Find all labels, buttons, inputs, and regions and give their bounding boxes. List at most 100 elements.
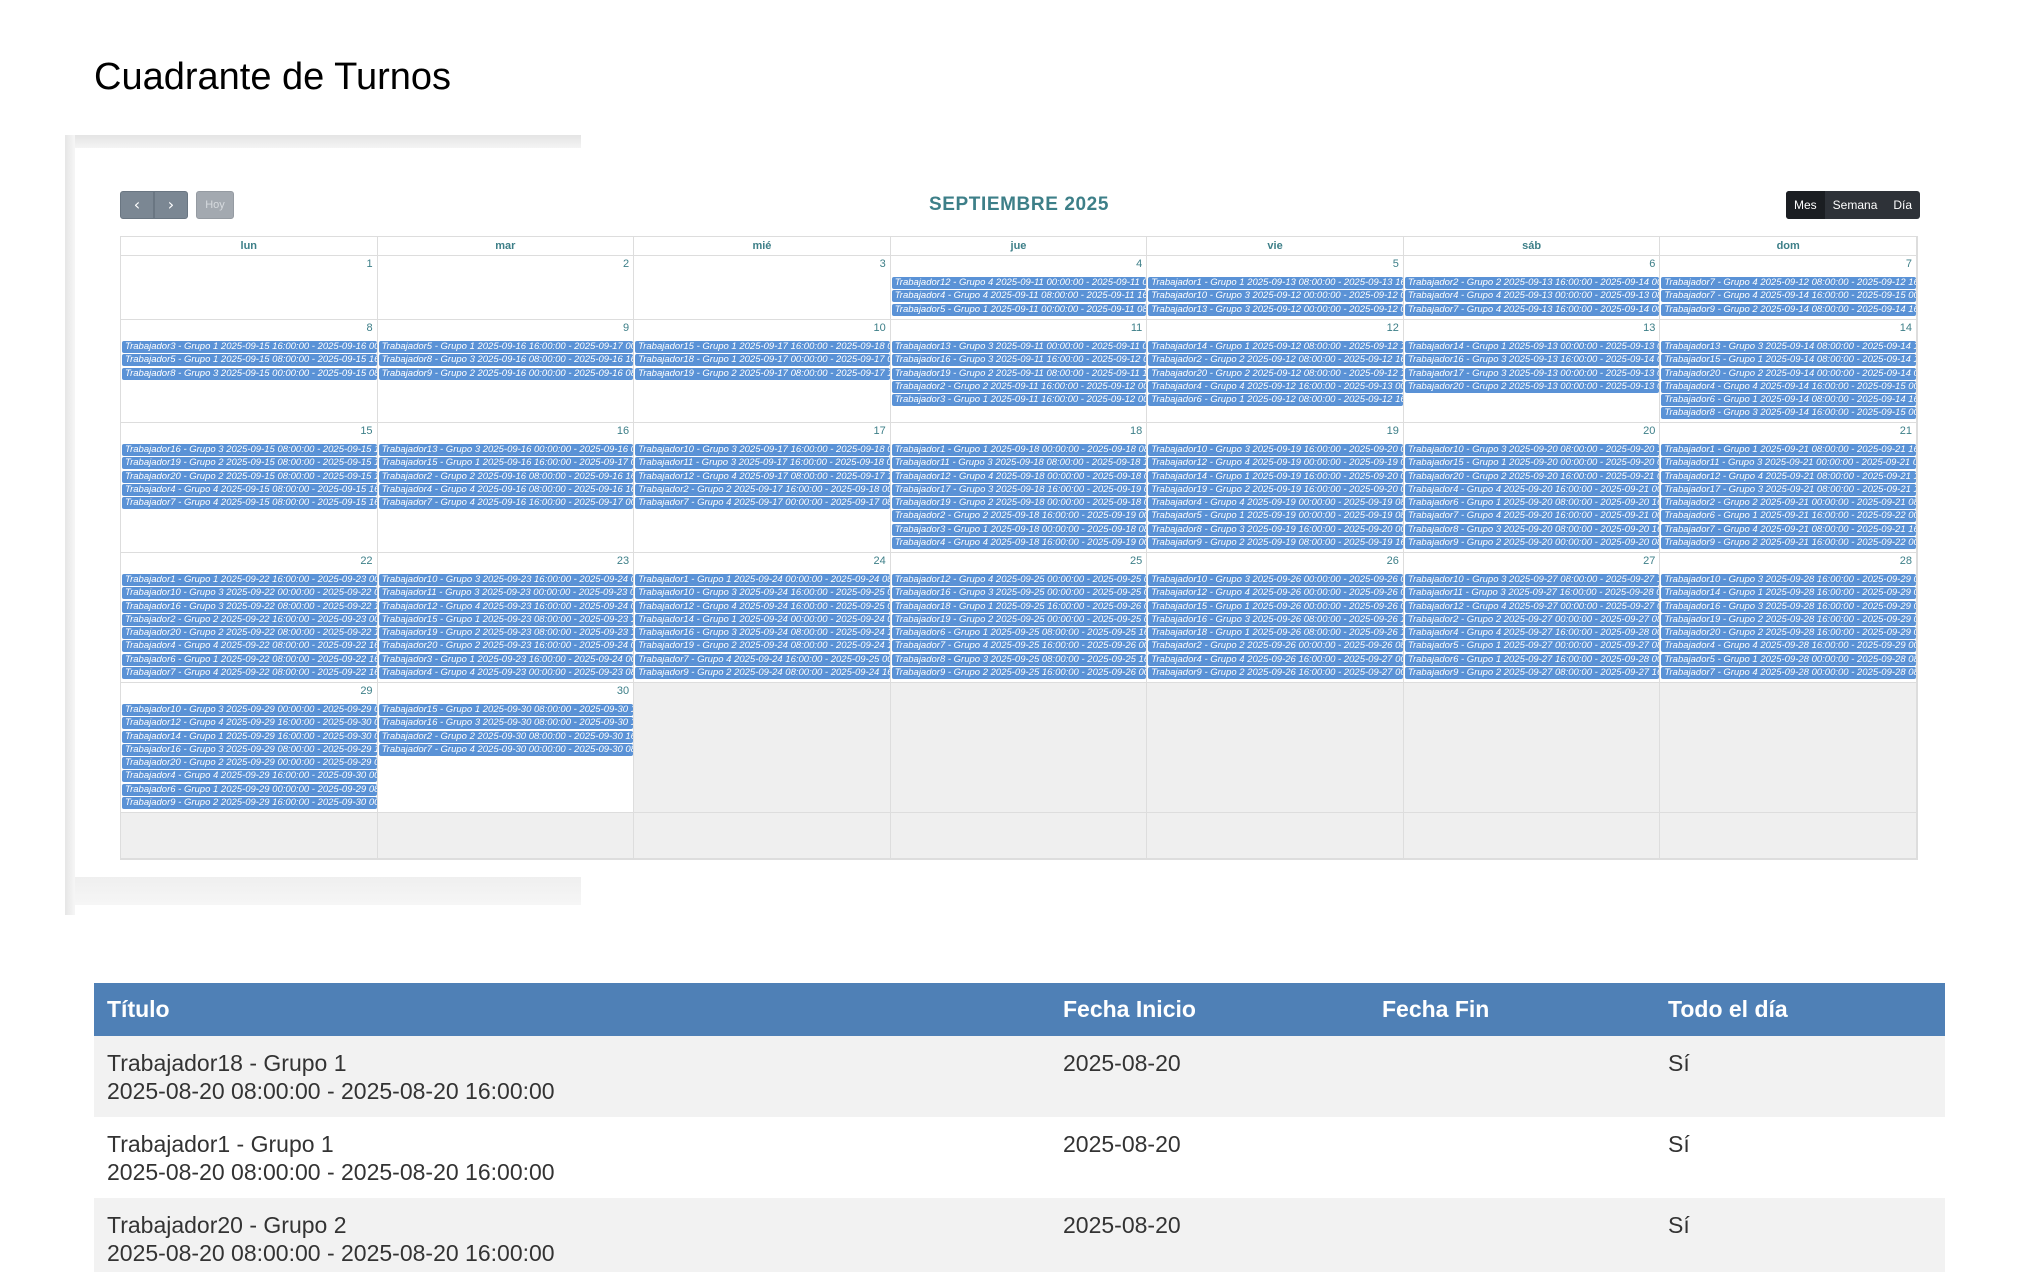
col-header-title[interactable]: Título — [94, 983, 1050, 1036]
day-cell[interactable]: 6 Trabajador2 - Grupo 2 2025-09-13 16:00:… — [1403, 256, 1661, 320]
calendar-event[interactable]: Trabajador3 - Grupo 1 2025-09-11 16:00:0… — [891, 394, 1147, 407]
calendar-event[interactable]: Trabajador14 - Grupo 1 2025-09-19 16:00:… — [1148, 470, 1403, 483]
calendar-event[interactable]: Trabajador20 - Grupo 2 2025-09-23 16:00:… — [378, 640, 634, 653]
day-cell[interactable] — [121, 813, 378, 859]
day-number[interactable]: 1 — [366, 258, 372, 270]
calendar-event[interactable]: Trabajador20 - Grupo 2 2025-09-13 00:00:… — [1404, 380, 1660, 393]
calendar-event[interactable]: Trabajador6 - Grupo 1 2025-09-25 08:00:0… — [891, 627, 1147, 640]
calendar-event[interactable]: Trabajador7 - Grupo 4 2025-09-13 16:00:0… — [1404, 303, 1660, 316]
calendar-event[interactable]: Trabajador20 - Grupo 2 2025-09-22 08:00:… — [122, 627, 377, 640]
day-cell[interactable] — [890, 813, 1148, 859]
day-cell[interactable]: 19 Trabajador10 - Grupo 3 2025-09-19 16:0… — [1147, 423, 1404, 553]
calendar-event[interactable]: Trabajador16 - Grupo 3 2025-09-30 08:00:… — [378, 717, 634, 730]
calendar-event[interactable]: Trabajador4 - Grupo 4 2025-09-22 08:00:0… — [122, 640, 377, 653]
calendar-event[interactable]: Trabajador15 - Grupo 1 2025-09-23 08:00:… — [378, 613, 634, 626]
calendar-event[interactable]: Trabajador4 - Grupo 4 2025-09-20 16:00:0… — [1404, 483, 1660, 496]
calendar-event[interactable]: Trabajador20 - Grupo 2 2025-09-29 00:00:… — [122, 757, 377, 770]
view-month-button[interactable]: Mes — [1786, 191, 1825, 219]
calendar-event[interactable]: Trabajador10 - Grupo 3 2025-09-26 00:00:… — [1148, 574, 1403, 586]
day-cell[interactable] — [634, 683, 891, 813]
calendar-event[interactable]: Trabajador12 - Grupo 4 2025-09-18 00:00:… — [891, 470, 1147, 483]
calendar-event[interactable]: Trabajador7 - Grupo 4 2025-09-20 16:00:0… — [1404, 510, 1660, 523]
calendar-event[interactable]: Trabajador7 - Grupo 4 2025-09-16 16:00:0… — [378, 497, 634, 510]
day-number[interactable]: 24 — [873, 555, 885, 567]
calendar-event[interactable]: Trabajador12 - Grupo 4 2025-09-19 00:00:… — [1148, 457, 1403, 470]
day-number[interactable]: 15 — [360, 425, 372, 437]
day-number[interactable]: 14 — [1900, 322, 1912, 334]
calendar-event[interactable]: Trabajador5 - Grupo 1 2025-09-16 16:00:0… — [378, 341, 634, 353]
calendar-event[interactable]: Trabajador4 - Grupo 4 2025-09-18 16:00:0… — [891, 537, 1147, 550]
day-cell[interactable]: 5 Trabajador1 - Grupo 1 2025-09-13 08:00:… — [1147, 256, 1404, 320]
day-cell[interactable]: 8 Trabajador3 - Grupo 1 2025-09-15 16:00:… — [121, 320, 378, 423]
col-header-all-day[interactable]: Todo el día — [1655, 983, 1945, 1036]
calendar-event[interactable]: Trabajador10 - Grupo 3 2025-09-19 16:00:… — [1148, 444, 1403, 456]
calendar-event[interactable]: Trabajador18 - Grupo 1 2025-09-25 16:00:… — [891, 600, 1147, 613]
calendar-event[interactable]: Trabajador9 - Grupo 2 2025-09-14 08:00:0… — [1661, 303, 1916, 316]
calendar-event[interactable]: Trabajador10 - Grupo 3 2025-09-29 00:00:… — [122, 704, 377, 716]
calendar-event[interactable]: Trabajador2 - Grupo 2 2025-09-27 00:00:0… — [1404, 613, 1660, 626]
calendar-event[interactable]: Trabajador9 - Grupo 2 2025-09-21 16:00:0… — [1661, 537, 1916, 550]
calendar-event[interactable]: Trabajador5 - Grupo 1 2025-09-15 08:00:0… — [122, 354, 377, 367]
calendar-event[interactable]: Trabajador6 - Grupo 1 2025-09-22 08:00:0… — [122, 653, 377, 666]
calendar-event[interactable]: Trabajador15 - Grupo 1 2025-09-20 00:00:… — [1404, 457, 1660, 470]
calendar-event[interactable]: Trabajador6 - Grupo 1 2025-09-20 08:00:0… — [1404, 497, 1660, 510]
calendar-event[interactable]: Trabajador7 - Grupo 4 2025-09-12 08:00:0… — [1661, 277, 1916, 289]
calendar-event[interactable]: Trabajador6 - Grupo 1 2025-09-21 16:00:0… — [1661, 510, 1916, 523]
calendar-event[interactable]: Trabajador4 - Grupo 4 2025-09-15 08:00:0… — [122, 483, 377, 496]
calendar-event[interactable]: Trabajador12 - Grupo 4 2025-09-25 00:00:… — [891, 574, 1147, 586]
day-cell[interactable]: 3 — [634, 256, 891, 320]
calendar-event[interactable]: Trabajador16 - Grupo 3 2025-09-11 16:00:… — [891, 354, 1147, 367]
calendar-event[interactable]: Trabajador19 - Grupo 2 2025-09-19 16:00:… — [1148, 483, 1403, 496]
calendar-event[interactable]: Trabajador8 - Grupo 3 2025-09-20 08:00:0… — [1404, 523, 1660, 536]
calendar-event[interactable]: Trabajador15 - Grupo 1 2025-09-16 16:00:… — [378, 457, 634, 470]
calendar-event[interactable]: Trabajador16 - Grupo 3 2025-09-25 00:00:… — [891, 587, 1147, 600]
day-number[interactable]: 11 — [1131, 322, 1142, 334]
calendar-event[interactable]: Trabajador16 - Grupo 3 2025-09-15 08:00:… — [122, 444, 377, 456]
calendar-event[interactable]: Trabajador15 - Grupo 1 2025-09-30 08:00:… — [378, 704, 634, 716]
calendar-event[interactable]: Trabajador10 - Grupo 3 2025-09-20 08:00:… — [1404, 444, 1660, 456]
day-cell[interactable] — [377, 813, 635, 859]
view-day-button[interactable]: Día — [1885, 191, 1920, 219]
calendar-event[interactable]: Trabajador6 - Grupo 1 2025-09-12 08:00:0… — [1148, 394, 1403, 407]
day-number[interactable]: 25 — [1130, 555, 1142, 567]
calendar-event[interactable]: Trabajador11 - Grupo 3 2025-09-17 16:00:… — [635, 457, 890, 470]
calendar-event[interactable]: Trabajador4 - Grupo 4 2025-09-29 16:00:0… — [122, 770, 377, 783]
calendar-event[interactable]: Trabajador16 - Grupo 3 2025-09-24 08:00:… — [635, 627, 890, 640]
calendar-event[interactable]: Trabajador17 - Grupo 3 2025-09-13 00:00:… — [1404, 367, 1660, 380]
calendar-event[interactable]: Trabajador9 - Grupo 2 2025-09-16 00:00:0… — [378, 367, 634, 380]
calendar-event[interactable]: Trabajador4 - Grupo 4 2025-09-27 16:00:0… — [1404, 627, 1660, 640]
day-cell[interactable]: 26 Trabajador10 - Grupo 3 2025-09-26 00:0… — [1147, 553, 1404, 683]
calendar-event[interactable]: Trabajador12 - Grupo 4 2025-09-11 00:00:… — [891, 277, 1147, 289]
calendar-event[interactable]: Trabajador6 - Grupo 1 2025-09-14 08:00:0… — [1661, 394, 1916, 407]
calendar-event[interactable]: Trabajador14 - Grupo 1 2025-09-12 08:00:… — [1148, 341, 1403, 353]
calendar-event[interactable]: Trabajador12 - Grupo 4 2025-09-21 08:00:… — [1661, 470, 1916, 483]
calendar-event[interactable]: Trabajador4 - Grupo 4 2025-09-19 00:00:0… — [1148, 497, 1403, 510]
calendar-event[interactable]: Trabajador8 - Grupo 3 2025-09-14 16:00:0… — [1661, 407, 1916, 420]
calendar-event[interactable]: Trabajador3 - Grupo 1 2025-09-18 00:00:0… — [891, 523, 1147, 536]
calendar-event[interactable]: Trabajador4 - Grupo 4 2025-09-13 00:00:0… — [1404, 290, 1660, 303]
calendar-event[interactable]: Trabajador5 - Grupo 1 2025-09-19 00:00:0… — [1148, 510, 1403, 523]
calendar-event[interactable]: Trabajador8 - Grupo 3 2025-09-16 08:00:0… — [378, 354, 634, 367]
calendar-event[interactable]: Trabajador7 - Grupo 4 2025-09-15 08:00:0… — [122, 497, 377, 510]
calendar-event[interactable]: Trabajador4 - Grupo 4 2025-09-26 16:00:0… — [1148, 653, 1403, 666]
calendar-event[interactable]: Trabajador16 - Grupo 3 2025-09-22 08:00:… — [122, 600, 377, 613]
calendar-event[interactable]: Trabajador3 - Grupo 1 2025-09-23 16:00:0… — [378, 653, 634, 666]
calendar-event[interactable]: Trabajador2 - Grupo 2 2025-09-13 16:00:0… — [1404, 277, 1660, 289]
calendar-event[interactable]: Trabajador19 - Grupo 2 2025-09-17 08:00:… — [635, 367, 890, 380]
calendar-event[interactable]: Trabajador14 - Grupo 1 2025-09-24 00:00:… — [635, 613, 890, 626]
day-cell[interactable] — [634, 813, 891, 859]
day-number[interactable]: 16 — [617, 425, 629, 437]
calendar-event[interactable]: Trabajador4 - Grupo 4 2025-09-11 08:00:0… — [891, 290, 1147, 303]
day-cell[interactable] — [1403, 813, 1661, 859]
calendar-event[interactable]: Trabajador4 - Grupo 4 2025-09-12 16:00:0… — [1148, 380, 1403, 393]
day-cell[interactable] — [1403, 683, 1661, 813]
day-number[interactable]: 18 — [1130, 425, 1142, 437]
calendar-event[interactable]: Trabajador19 - Grupo 2 2025-09-15 08:00:… — [122, 457, 377, 470]
calendar-event[interactable]: Trabajador2 - Grupo 2 2025-09-18 16:00:0… — [891, 510, 1147, 523]
calendar-event[interactable]: Trabajador18 - Grupo 1 2025-09-26 08:00:… — [1148, 627, 1403, 640]
calendar-event[interactable]: Trabajador8 - Grupo 3 2025-09-15 00:00:0… — [122, 367, 377, 380]
calendar-event[interactable]: Trabajador4 - Grupo 4 2025-09-23 00:00:0… — [378, 667, 634, 680]
calendar-event[interactable]: Trabajador7 - Grupo 4 2025-09-14 16:00:0… — [1661, 290, 1916, 303]
day-cell[interactable]: 13 Trabajador14 - Grupo 1 2025-09-13 00:0… — [1403, 320, 1661, 423]
calendar-event[interactable]: Trabajador1 - Grupo 1 2025-09-13 08:00:0… — [1148, 277, 1403, 289]
